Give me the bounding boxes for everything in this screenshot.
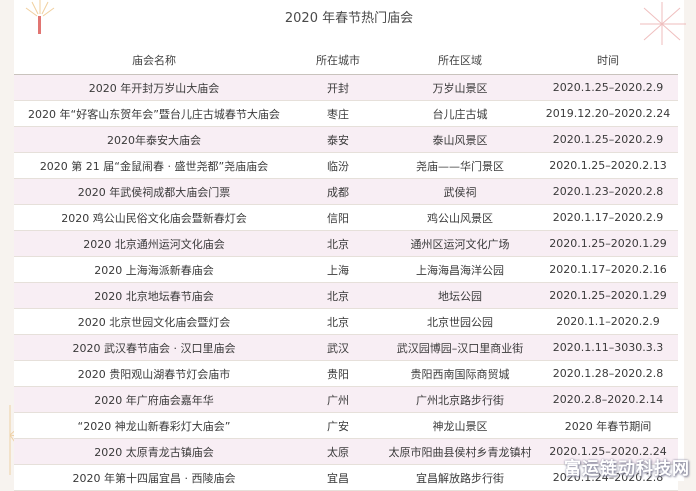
cell-area: 宜昌解放路步行街 (382, 464, 538, 491)
cell-time: 2020.2.8–2020.2.14 (538, 386, 678, 413)
table-row: “2020 神龙山新春彩灯大庙会” 广安 神龙山景区 2020 年春节期间 (14, 412, 678, 439)
cell-city: 泰安 (294, 126, 382, 153)
cell-area: 贵阳西南国际商贸城 (382, 360, 538, 387)
cell-city: 北京 (294, 282, 382, 309)
cell-area: 鸡公山风景区 (382, 204, 538, 231)
cell-city: 信阳 (294, 204, 382, 231)
watermark-text: 富运链动科技网 (564, 459, 690, 479)
table-row: 2020年泰安大庙会 泰安 泰山风景区 2020.1.25–2020.2.9 (14, 126, 678, 153)
cell-time: 2020.1.25–2020.2.13 (538, 152, 678, 179)
header-fair-name: 庙会名称 (14, 45, 294, 75)
cell-time: 2020.1.25–2020.1.29 (538, 282, 678, 309)
cell-area: 广州北京路步行街 (382, 386, 538, 413)
cell-city: 贵阳 (294, 360, 382, 387)
cell-area: 太原市阳曲县侯村乡青龙镇村 (382, 438, 538, 465)
cell-city: 枣庄 (294, 100, 382, 127)
cell-city: 宜昌 (294, 464, 382, 491)
cell-area: 武汉园博园–汉口里商业街 (382, 334, 538, 361)
cell-fair-name: 2020 第 21 届“金鼠闹春 · 盛世尧都”尧庙庙会 (14, 152, 294, 179)
cell-city: 临汾 (294, 152, 382, 179)
cell-time: 2020.1.17–2020.2.9 (538, 204, 678, 231)
cell-fair-name: 2020 太原青龙古镇庙会 (14, 438, 294, 465)
table-row: 2020 年“好客山东贺年会”暨台儿庄古城春节大庙会 枣庄 台儿庄古城 2019.12… (14, 100, 678, 127)
cell-fair-name: 2020 年第十四届宜昌 · 西陵庙会 (14, 464, 294, 491)
cell-city: 广安 (294, 412, 382, 439)
cell-fair-name: 2020 年开封万岁山大庙会 (14, 74, 294, 101)
table-row: 2020 武汉春节庙会 · 汉口里庙会 武汉 武汉园博园–汉口里商业街 2020.1.… (14, 334, 678, 361)
cell-time: 2020 年春节期间 (538, 412, 678, 439)
table-row: 2020 北京通州运河文化庙会 北京 通州区运河文化广场 2020.1.25–2020… (14, 230, 678, 257)
cell-time: 2020.1.28–2020.2.8 (538, 360, 678, 387)
cell-time: 2020.1.1–2020.2.9 (538, 308, 678, 335)
cell-city: 上海 (294, 256, 382, 283)
cell-area: 泰山风景区 (382, 126, 538, 153)
cell-time: 2020.1.25–2020.1.29 (538, 230, 678, 257)
cell-area: 尧庙——华门景区 (382, 152, 538, 179)
page-title: 2020 年春节热门庙会 (284, 11, 414, 26)
header-city: 所在城市 (294, 45, 382, 75)
cell-area: 万岁山景区 (382, 74, 538, 101)
cell-time: 2020.1.25–2020.2.9 (538, 74, 678, 101)
cell-area: 北京世园公园 (382, 308, 538, 335)
cell-city: 武汉 (294, 334, 382, 361)
cell-fair-name: 2020 北京地坛春节庙会 (14, 282, 294, 309)
cell-city: 广州 (294, 386, 382, 413)
temple-fair-table: 庙会名称 所在城市 所在区域 时间 2020 年开封万岁山大庙会 开封 万岁山景区 2… (14, 45, 678, 491)
cell-area: 神龙山景区 (382, 412, 538, 439)
cell-fair-name: 2020 鸡公山民俗文化庙会暨新春灯会 (14, 204, 294, 231)
table-row: 2020 年广府庙会嘉年华 广州 广州北京路步行街 2020.2.8–2020.2.1… (14, 386, 678, 413)
cell-fair-name: 2020 年广府庙会嘉年华 (14, 386, 294, 413)
cell-city: 成都 (294, 178, 382, 205)
cell-area: 上海海昌海洋公园 (382, 256, 538, 283)
cell-fair-name: 2020 贵阳观山湖春节灯会庙市 (14, 360, 294, 387)
cell-time: 2020.1.23–2020.2.8 (538, 178, 678, 205)
table-header-row: 庙会名称 所在城市 所在区域 时间 (14, 45, 678, 75)
cell-fair-name: 2020 年“好客山东贺年会”暨台儿庄古城春节大庙会 (14, 100, 294, 127)
cell-fair-name: 2020 北京世园文化庙会暨灯会 (14, 308, 294, 335)
cell-fair-name: 2020年泰安大庙会 (14, 126, 294, 153)
cell-time: 2020.1.17–2020.2.16 (538, 256, 678, 283)
cell-area: 台儿庄古城 (382, 100, 538, 127)
header-time: 时间 (538, 45, 678, 75)
table-row: 2020 贵阳观山湖春节灯会庙市 贵阳 贵阳西南国际商贸城 2020.1.28–202… (14, 360, 678, 387)
table-row: 2020 鸡公山民俗文化庙会暨新春灯会 信阳 鸡公山风景区 2020.1.17–202… (14, 204, 678, 231)
table-row: 2020 北京地坛春节庙会 北京 地坛公园 2020.1.25–2020.1.29 (14, 282, 678, 309)
table-row: 2020 上海海派新春庙会 上海 上海海昌海洋公园 2020.1.17–2020.2.… (14, 256, 678, 283)
cell-city: 北京 (294, 230, 382, 257)
table-row: 2020 年武侯祠成都大庙会门票 成都 武侯祠 2020.1.23–2020.2.8 (14, 178, 678, 205)
cell-area: 武侯祠 (382, 178, 538, 205)
cell-fair-name: 2020 武汉春节庙会 · 汉口里庙会 (14, 334, 294, 361)
cell-area: 通州区运河文化广场 (382, 230, 538, 257)
header-area: 所在区域 (382, 45, 538, 75)
cell-area: 地坛公园 (382, 282, 538, 309)
cell-city: 开封 (294, 74, 382, 101)
table-row: 2020 北京世园文化庙会暨灯会 北京 北京世园公园 2020.1.1–2020.2.… (14, 308, 678, 335)
table-row: 2020 年开封万岁山大庙会 开封 万岁山景区 2020.1.25–2020.2.9 (14, 74, 678, 101)
cell-time: 2019.12.20–2020.2.24 (538, 100, 678, 127)
cell-fair-name: 2020 北京通州运河文化庙会 (14, 230, 294, 257)
cell-time: 2020.1.25–2020.2.9 (538, 126, 678, 153)
cell-fair-name: “2020 神龙山新春彩灯大庙会” (14, 412, 294, 439)
cell-fair-name: 2020 年武侯祠成都大庙会门票 (14, 178, 294, 205)
cell-time: 2020.1.11–3030.3.3 (538, 334, 678, 361)
cell-city: 太原 (294, 438, 382, 465)
cell-fair-name: 2020 上海海派新春庙会 (14, 256, 294, 283)
cell-city: 北京 (294, 308, 382, 335)
table-row: 2020 第 21 届“金鼠闹春 · 盛世尧都”尧庙庙会 临汾 尧庙——华门景区 20… (14, 152, 678, 179)
